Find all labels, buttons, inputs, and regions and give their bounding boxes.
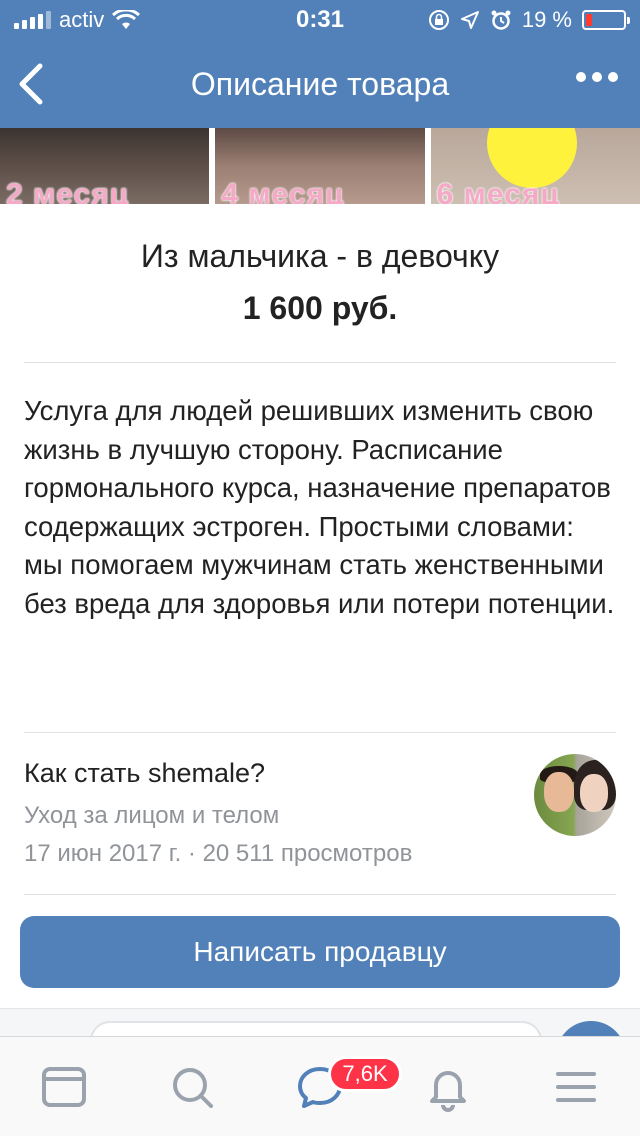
status-bar: activ 0:31 19 % bbox=[0, 0, 640, 40]
product-photo[interactable]: 6 месяц bbox=[430, 128, 640, 204]
article-title[interactable]: Как стать shemale? bbox=[24, 758, 265, 789]
divider bbox=[24, 362, 616, 363]
messages-badge: 7,6K bbox=[328, 1056, 402, 1092]
tab-bar bbox=[0, 1036, 640, 1136]
divider bbox=[24, 894, 616, 895]
orientation-lock-icon bbox=[428, 10, 449, 30]
product-photo[interactable]: 2 месяц bbox=[0, 128, 210, 204]
photo-caption: 2 месяц bbox=[6, 178, 130, 204]
product-name: Из мальчика - в девочку bbox=[140, 238, 500, 274]
more-options-icon[interactable] bbox=[576, 72, 618, 82]
divider bbox=[24, 732, 616, 733]
page-title: Описание товара bbox=[190, 66, 450, 102]
write-seller-button[interactable]: Написать продавцу bbox=[20, 916, 620, 988]
product-price: 1 600 руб. bbox=[242, 290, 398, 326]
photo-caption: 4 месяц bbox=[221, 178, 345, 204]
nav-bar: Описание товара bbox=[0, 40, 640, 128]
notifications-icon[interactable] bbox=[422, 1061, 474, 1113]
article-thumbnail[interactable] bbox=[534, 754, 616, 836]
product-photo[interactable]: 4 месяц bbox=[215, 128, 425, 204]
article-category: Уход за лицом и телом bbox=[24, 802, 280, 829]
battery-percent: 19 % bbox=[521, 7, 572, 32]
product-photo-strip[interactable]: 2 месяц 4 месяц 6 месяц bbox=[0, 128, 640, 204]
search-icon[interactable] bbox=[166, 1061, 218, 1113]
location-icon bbox=[460, 11, 479, 29]
top-bar: activ 0:31 19 % Описание товара bbox=[0, 0, 640, 128]
alarm-icon bbox=[491, 10, 511, 30]
news-icon[interactable] bbox=[38, 1061, 90, 1113]
status-right: 19 % bbox=[428, 7, 630, 33]
product-description: Услуга для людей решивших изменить свою … bbox=[24, 395, 615, 619]
photo-caption: 6 месяц bbox=[436, 178, 560, 204]
menu-icon[interactable] bbox=[550, 1061, 602, 1113]
article-meta: 17 июн 2017 г. · 20 511 просмотров bbox=[24, 840, 413, 867]
battery-icon bbox=[582, 10, 630, 30]
